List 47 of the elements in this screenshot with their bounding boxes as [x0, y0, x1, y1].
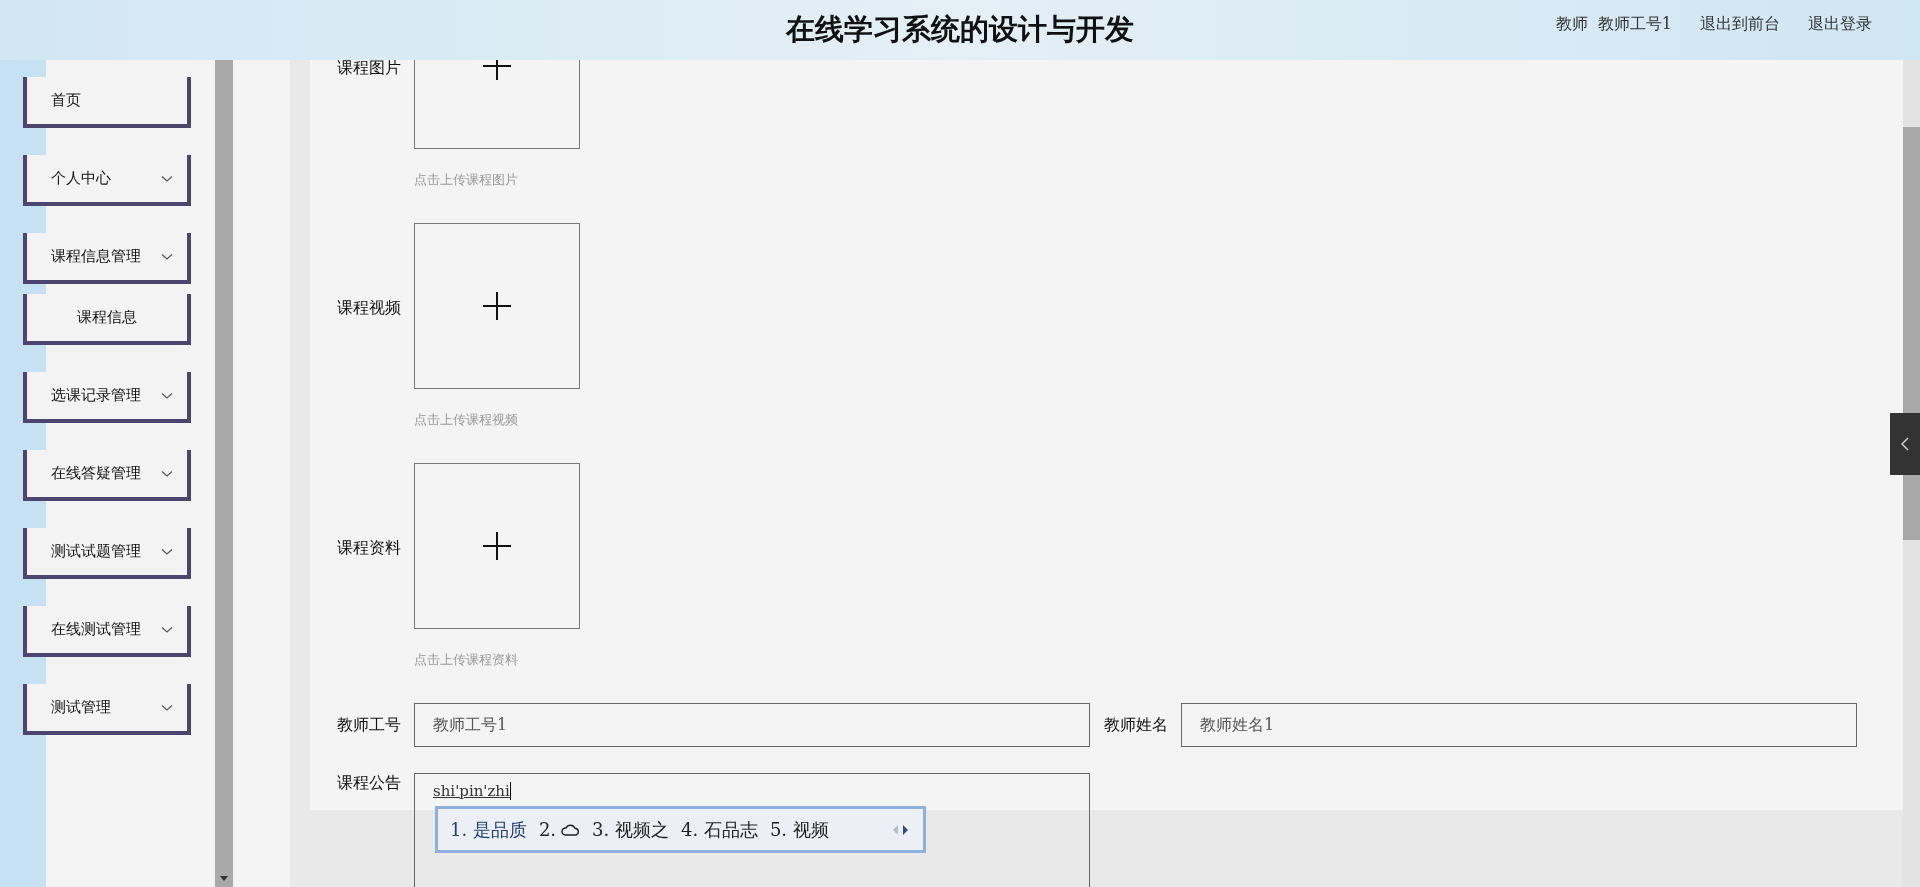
upload-hint: 点击上传课程图片	[414, 171, 519, 189]
chevron-left-icon	[1901, 437, 1909, 451]
upload-hint: 点击上传课程资料	[414, 651, 519, 669]
chevron-down-icon	[161, 174, 173, 183]
input-field[interactable]: 教师工号1	[414, 703, 1090, 747]
sidebar-scrollbar[interactable]	[215, 60, 233, 887]
chevron-down-icon	[161, 547, 173, 556]
chevron-down-icon	[161, 625, 173, 634]
menu-item[interactable]: 课程信息管理	[23, 233, 191, 284]
ime-candidate[interactable]: 4. 石品志	[681, 817, 758, 842]
upload-hint: 点击上传课程视频	[414, 411, 519, 429]
front-page-link[interactable]: 退出到前台	[1700, 14, 1780, 35]
logout-link[interactable]: 退出登录	[1808, 14, 1872, 35]
cloud-icon	[560, 823, 581, 836]
ime-candidate[interactable]: 1. 是品质	[450, 817, 527, 842]
chevron-down-icon	[161, 469, 173, 478]
menu-item[interactable]: 个人中心	[23, 155, 191, 206]
scroll-down-icon[interactable]	[220, 876, 228, 881]
ime-candidate[interactable]: 5. 视频	[769, 817, 829, 842]
field-label: 教师工号	[337, 714, 400, 736]
input-field[interactable]: 教师姓名1	[1181, 703, 1857, 747]
page-arrows-icon[interactable]	[891, 823, 911, 836]
field-label: 课程视频	[337, 298, 400, 319]
field-label: 课程资料	[337, 538, 400, 559]
field-label: 课程图片	[337, 58, 400, 79]
field-label: 课程公告	[337, 773, 400, 794]
user-name: 教师工号1	[1597, 14, 1672, 35]
site-title: 在线学习系统的设计与开发	[786, 11, 1134, 48]
menu-item[interactable]: 测试管理	[23, 684, 191, 735]
upload-box[interactable]	[414, 463, 580, 629]
plus-icon	[482, 291, 512, 321]
chevron-down-icon	[161, 703, 173, 712]
chevron-down-icon	[161, 252, 173, 261]
menu-item[interactable]: 选课记录管理	[23, 372, 191, 423]
upload-box[interactable]	[414, 223, 580, 389]
submenu-item[interactable]: 课程信息	[23, 294, 191, 345]
menu-item[interactable]: 在线答疑管理	[23, 450, 191, 501]
ime-candidate[interactable]: 2.	[538, 819, 557, 840]
ime-candidate[interactable]: 3. 视频之	[592, 817, 669, 842]
menu-item[interactable]: 测试试题管理	[23, 528, 191, 579]
page-scrollbar[interactable]	[1903, 60, 1920, 887]
chevron-down-icon	[161, 391, 173, 400]
field-label: 教师姓名	[1104, 714, 1167, 736]
menu-item[interactable]: 首页	[23, 77, 191, 128]
plus-icon	[482, 531, 512, 561]
menu-item[interactable]: 在线测试管理	[23, 606, 191, 657]
user-role: 教师	[1555, 14, 1588, 35]
